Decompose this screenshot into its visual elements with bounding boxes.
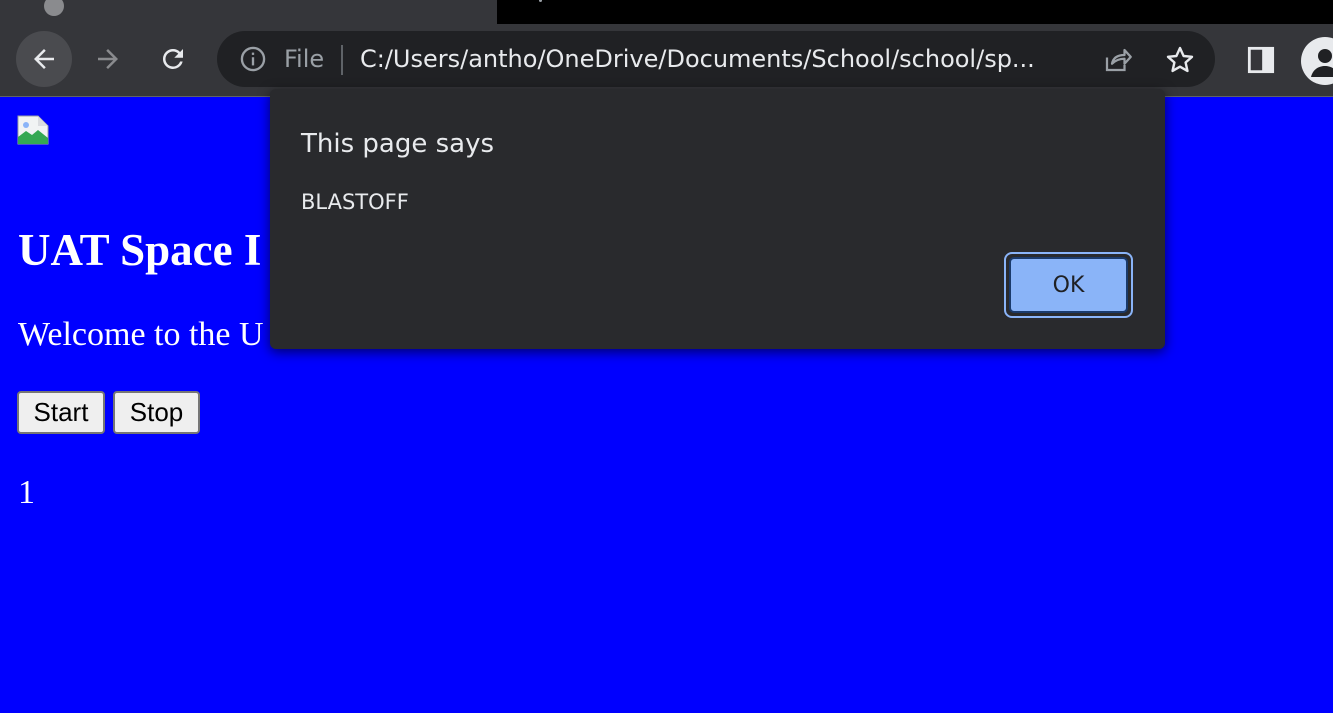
page-title: UAT Space I [18, 225, 262, 275]
stop-button[interactable]: Stop [113, 391, 200, 434]
arrow-left-icon [34, 49, 54, 69]
ok-button-label: OK [1009, 257, 1128, 313]
tab-separator [539, 0, 542, 2]
reload-icon [162, 48, 183, 69]
star-icon[interactable] [1164, 44, 1196, 76]
welcome-text: Welcome to the U [18, 316, 264, 353]
broken-image-icon [17, 115, 49, 145]
share-icon[interactable] [1101, 45, 1133, 75]
back-button[interactable] [16, 31, 72, 87]
profile-icon[interactable] [1301, 37, 1333, 85]
info-icon[interactable] [239, 45, 267, 73]
forward-button[interactable] [80, 31, 136, 87]
tab-strip [0, 0, 1333, 24]
ok-button[interactable]: OK [1004, 252, 1133, 318]
omnibox-divider [341, 45, 343, 75]
side-panel-icon[interactable] [1247, 46, 1275, 74]
alert-title: This page says [301, 129, 495, 159]
alert-dialog: This page says BLASTOFF OK [270, 89, 1165, 349]
avatar-icon [1311, 49, 1333, 77]
url-text[interactable]: C:/Users/antho/OneDrive/Documents/School… [360, 43, 1080, 75]
browser-toolbar: File C:/Users/antho/OneDrive/Documents/S… [0, 24, 1333, 97]
alert-message: BLASTOFF [301, 190, 409, 214]
reload-button[interactable] [145, 31, 201, 87]
countdown-counter: 1 [18, 474, 35, 511]
start-button[interactable]: Start [17, 391, 105, 434]
scheme-label[interactable]: File [284, 43, 324, 75]
arrow-right-icon [98, 49, 118, 69]
address-bar[interactable]: File C:/Users/antho/OneDrive/Documents/S… [217, 31, 1215, 87]
active-tab[interactable] [0, 0, 497, 24]
page-icon [44, 0, 64, 16]
